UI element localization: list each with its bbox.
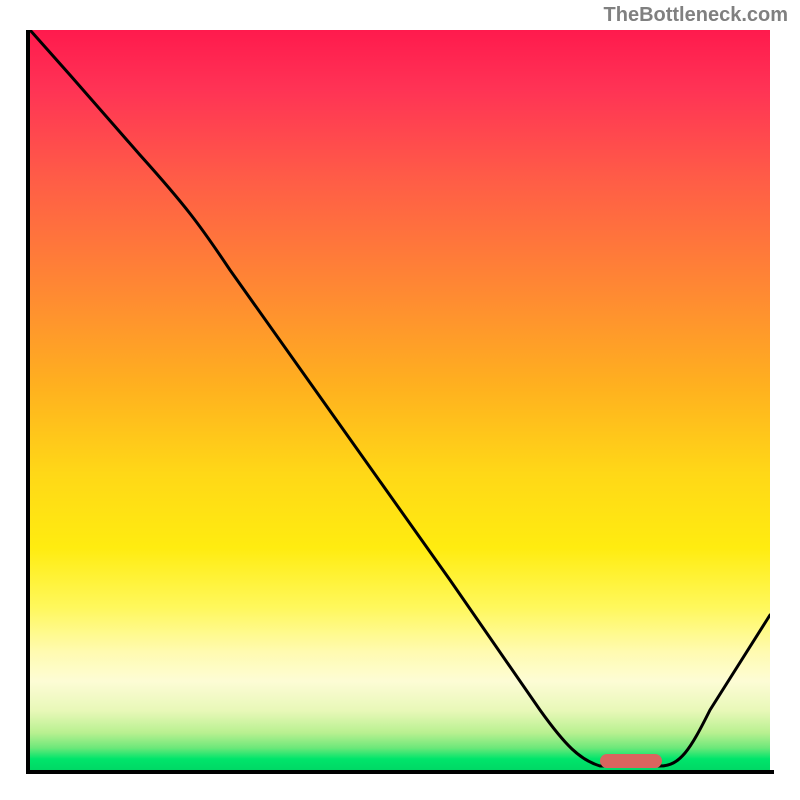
optimal-range-marker — [600, 754, 662, 768]
x-axis — [26, 770, 774, 774]
chart-container — [30, 30, 770, 770]
watermark-text: TheBottleneck.com — [604, 4, 788, 27]
bottleneck-curve — [30, 30, 770, 770]
y-axis — [26, 30, 30, 774]
